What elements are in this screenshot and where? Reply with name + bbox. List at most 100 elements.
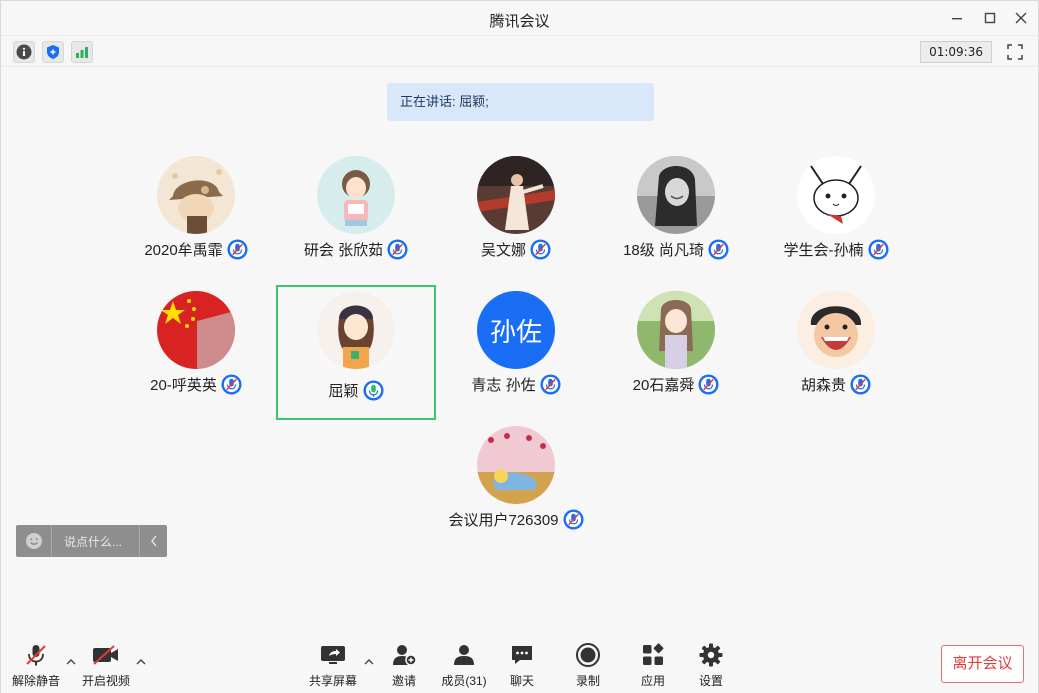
avatar-initials: 孙佐: [489, 316, 542, 347]
record-icon: [576, 643, 600, 667]
members-label: 成员(31): [441, 674, 487, 688]
title-bar: 腾讯会议: [1, 1, 1038, 35]
mic-off-icon: [26, 645, 46, 666]
chevron-left-icon: [150, 535, 157, 547]
share-options-button[interactable]: [362, 655, 376, 667]
maximize-button[interactable]: [978, 7, 1002, 29]
settings-label: 设置: [698, 674, 723, 688]
mic-muted-icon: [227, 239, 248, 260]
chevron-up-icon: [66, 658, 76, 664]
participant-tile[interactable]: 2020牟禹霏: [116, 136, 276, 271]
maximize-icon: [984, 12, 996, 24]
emoji-button[interactable]: [16, 525, 52, 557]
mic-muted-icon: [867, 239, 889, 260]
speaking-indicator: 正在讲话: 屈颖;: [387, 83, 654, 121]
members-button[interactable]: 成员(31): [436, 641, 492, 691]
avatar: [477, 156, 555, 234]
avatar: [477, 426, 555, 504]
add-user-icon: [393, 645, 417, 666]
signal-bars-icon: [76, 47, 88, 58]
avatar: [637, 291, 715, 369]
gear-icon: [699, 643, 723, 667]
mic-muted-icon: [698, 374, 719, 395]
participant-tile[interactable]: 吴文娜: [436, 136, 596, 271]
mic-muted-icon: [563, 509, 584, 530]
mic-speaking-icon: [362, 380, 384, 401]
active-speaker-tile[interactable]: 屈颖: [276, 285, 436, 420]
meeting-window: 腾讯会议 01:09:36 正在讲话: 屈颖; 2020牟禹霏 研会 张欣茹 吴…: [0, 0, 1039, 693]
participant-tile[interactable]: 20石嘉舜: [596, 271, 756, 406]
participant-tile[interactable]: 学生会-孙楠: [756, 136, 916, 271]
chat-button[interactable]: 聊天: [494, 641, 550, 691]
mic-muted-icon: [540, 374, 561, 395]
close-icon: [1015, 12, 1027, 24]
record-button[interactable]: 录制: [560, 641, 616, 691]
apps-label: 应用: [640, 674, 665, 688]
avatar: 孙佐: [477, 291, 555, 369]
chat-input[interactable]: 说点什么...: [52, 533, 139, 550]
minimize-icon: [952, 18, 962, 20]
start-video-label: 开启视频: [81, 674, 130, 688]
minimize-button[interactable]: [945, 7, 969, 29]
share-screen-button[interactable]: 共享屏幕: [305, 641, 361, 691]
participant-name: 学生会-孙楠: [783, 242, 864, 259]
participant-tile[interactable]: 会议用户726309: [436, 406, 596, 541]
window-title: 腾讯会议: [489, 13, 550, 30]
participant-tile[interactable]: 孙佐 青志 孙佐: [436, 271, 596, 406]
invite-button[interactable]: 邀请: [376, 641, 432, 691]
participant-name: 20石嘉舜: [632, 377, 695, 394]
participant-name: 20-呼英英: [150, 377, 217, 394]
participant-tile[interactable]: 18级 尚凡琦: [596, 136, 756, 271]
chevron-up-icon: [136, 658, 146, 664]
apps-grid-icon: [643, 643, 664, 665]
close-button[interactable]: [1009, 7, 1033, 29]
participant-tile[interactable]: 20-呼英英: [116, 271, 276, 406]
chevron-up-icon: [364, 658, 374, 664]
bottom-toolbar: 解除静音 开启视频 共享屏幕 邀请 成员(31) 聊天 录制 应用 设置 离开会…: [1, 631, 1038, 693]
fullscreen-button[interactable]: [1004, 41, 1026, 63]
meeting-info-button[interactable]: [13, 41, 35, 63]
avatar: [797, 156, 875, 234]
avatar: [157, 156, 235, 234]
mic-muted-icon: [708, 239, 729, 260]
participant-name: 18级 尚凡琦: [623, 242, 704, 259]
mic-muted-icon: [221, 374, 242, 395]
network-status-button[interactable]: [71, 41, 93, 63]
avatar: [317, 156, 395, 234]
unmute-button[interactable]: 解除静音: [8, 641, 64, 691]
apps-button[interactable]: 应用: [625, 641, 681, 691]
mic-muted-icon: [850, 374, 871, 395]
audio-options-button[interactable]: [64, 655, 78, 667]
participant-name: 会议用户726309: [448, 512, 559, 529]
start-video-button[interactable]: 开启视频: [78, 641, 134, 691]
fullscreen-icon: [1007, 44, 1023, 60]
record-label: 录制: [575, 674, 600, 688]
members-icon: [454, 645, 474, 665]
mic-muted-icon: [387, 239, 408, 260]
invite-label: 邀请: [391, 674, 416, 688]
participant-name: 研会 张欣茹: [303, 242, 384, 259]
participant-name: 吴文娜: [480, 242, 526, 259]
participant-name: 胡森贵: [800, 377, 846, 394]
avatar: [797, 291, 875, 369]
video-options-button[interactable]: [134, 655, 148, 667]
mic-muted-icon: [530, 239, 551, 260]
security-button[interactable]: [42, 41, 64, 63]
camera-off-icon: [93, 645, 118, 665]
share-screen-icon: [321, 646, 345, 664]
avatar: [317, 291, 395, 369]
participant-tile[interactable]: 研会 张欣茹: [276, 136, 436, 271]
leave-meeting-button[interactable]: 离开会议: [941, 645, 1024, 683]
smile-icon: [25, 533, 42, 549]
avatar: [157, 291, 235, 369]
chat-bubble-icon: [512, 646, 532, 664]
settings-button[interactable]: 设置: [683, 641, 739, 691]
collapse-chat-button[interactable]: [139, 525, 167, 557]
chat-quick-bar: 说点什么...: [16, 525, 167, 557]
participant-name: 屈颖: [328, 383, 359, 400]
participant-name: 青志 孙佐: [471, 377, 536, 394]
share-screen-label: 共享屏幕: [308, 674, 357, 688]
participant-tile[interactable]: 胡森贵: [756, 271, 916, 406]
avatar: [637, 156, 715, 234]
unmute-label: 解除静音: [11, 674, 60, 688]
